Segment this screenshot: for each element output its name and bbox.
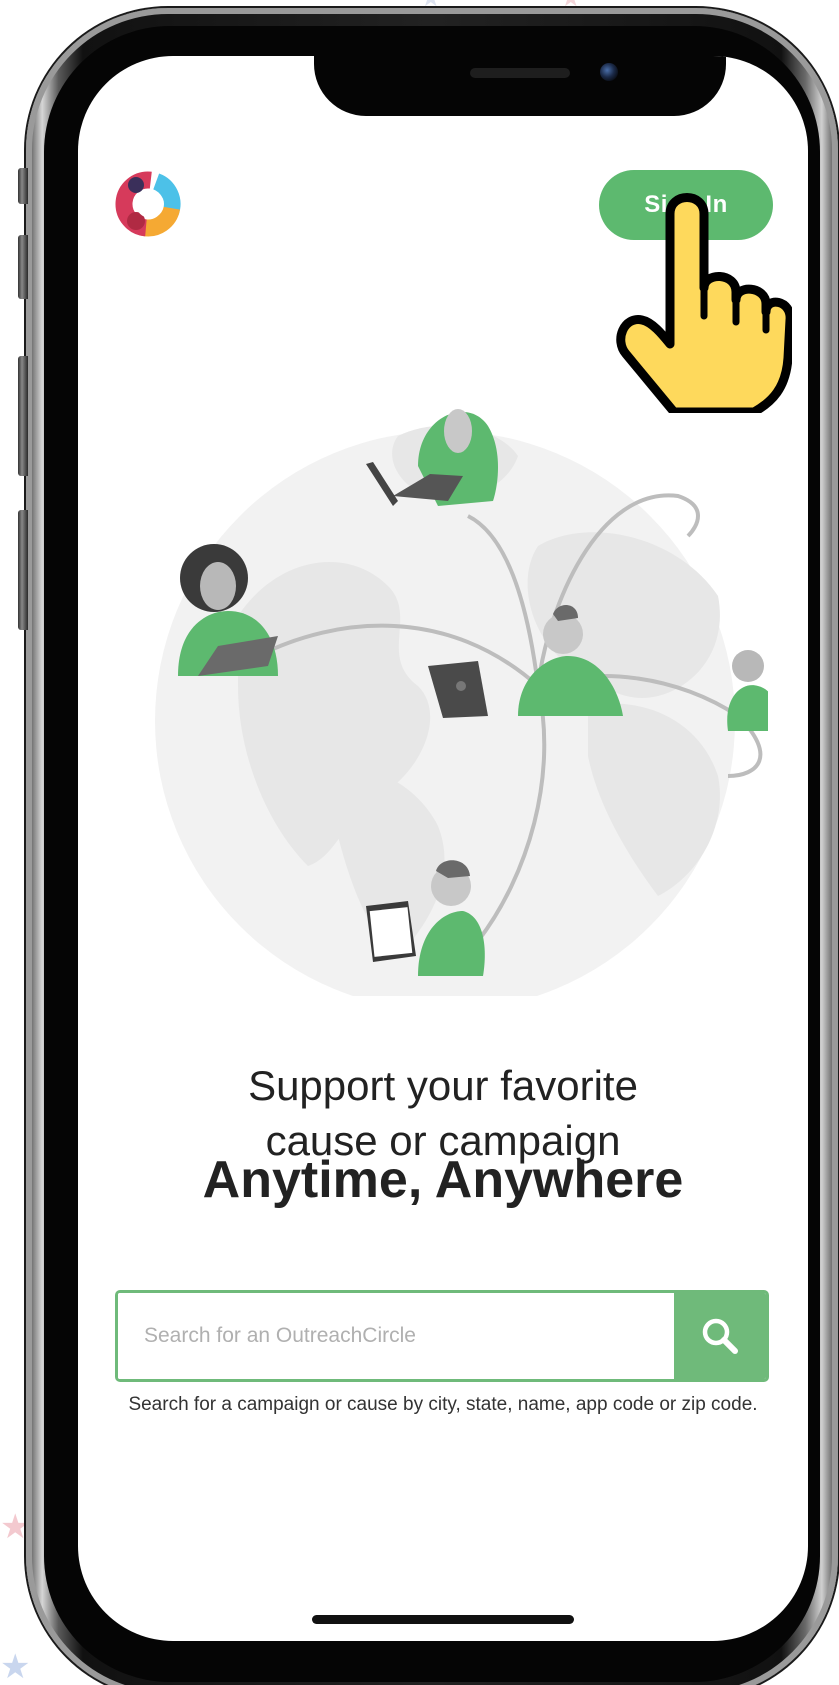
front-camera [600, 63, 618, 81]
background-star-icon: ★ [0, 1647, 31, 1685]
search-button[interactable] [674, 1293, 766, 1379]
screenshot-stage: ★ ★ ★ ★ Sign In [0, 0, 839, 1685]
search-input[interactable] [118, 1293, 674, 1379]
phone-volume-up-button [18, 235, 28, 299]
search-icon [702, 1318, 738, 1354]
pointing-hand-cursor-icon [616, 193, 792, 413]
search-bar [115, 1290, 769, 1382]
outreachcircle-logo-icon[interactable] [115, 171, 181, 237]
phone-side-button [18, 510, 28, 630]
home-indicator[interactable] [312, 1615, 574, 1624]
phone-notch [314, 56, 726, 116]
search-hint: Search for a campaign or cause by city, … [128, 1394, 758, 1415]
globe-people-illustration [155, 409, 768, 996]
phone-volume-down-button [18, 356, 28, 476]
headline-line-1: Support your favorite [248, 1062, 638, 1109]
tagline: Anytime, Anywhere [202, 1151, 684, 1209]
phone-mute-switch [18, 168, 28, 204]
earpiece-speaker [470, 68, 570, 78]
